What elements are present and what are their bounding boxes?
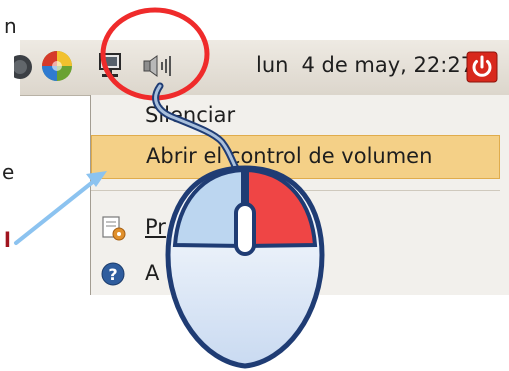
menu-item-label: Abrir el control de volumen [146,144,433,168]
article-text-fragment: e [2,160,15,184]
preferences-icon [102,216,126,241]
help-icon: ? [101,262,125,286]
svg-text:?: ? [108,265,117,284]
menu-item-silence[interactable]: Silenciar [91,95,500,139]
network-icon[interactable] [96,50,124,80]
article-text-fragment-highlight: l [4,228,11,252]
menu-separator [91,190,500,191]
top-panel: lun 4 de may, 22:27 [14,40,509,96]
article-text-fragment: n [4,14,17,38]
clock-day: lun [256,53,289,77]
menu-item-open-volume-control[interactable]: Abrir el control de volumen [91,135,500,179]
software-icon[interactable] [40,49,74,83]
panel-clock[interactable]: lun 4 de may, 22:27 [256,53,474,77]
menu-item-help[interactable]: ? A [91,253,500,297]
volume-context-menu: Silenciar Abrir el control de volumen Pr… [90,95,509,295]
clock-date-time: 4 de may, 22:27 [301,53,475,77]
menu-item-preferences[interactable]: Pr [91,207,500,251]
menu-item-label: Silenciar [145,103,236,127]
menu-item-label: A [145,261,160,285]
volume-icon[interactable] [142,53,178,79]
globe-icon[interactable] [14,51,38,83]
power-icon[interactable] [466,51,498,83]
menu-item-label: Pr [145,215,166,239]
